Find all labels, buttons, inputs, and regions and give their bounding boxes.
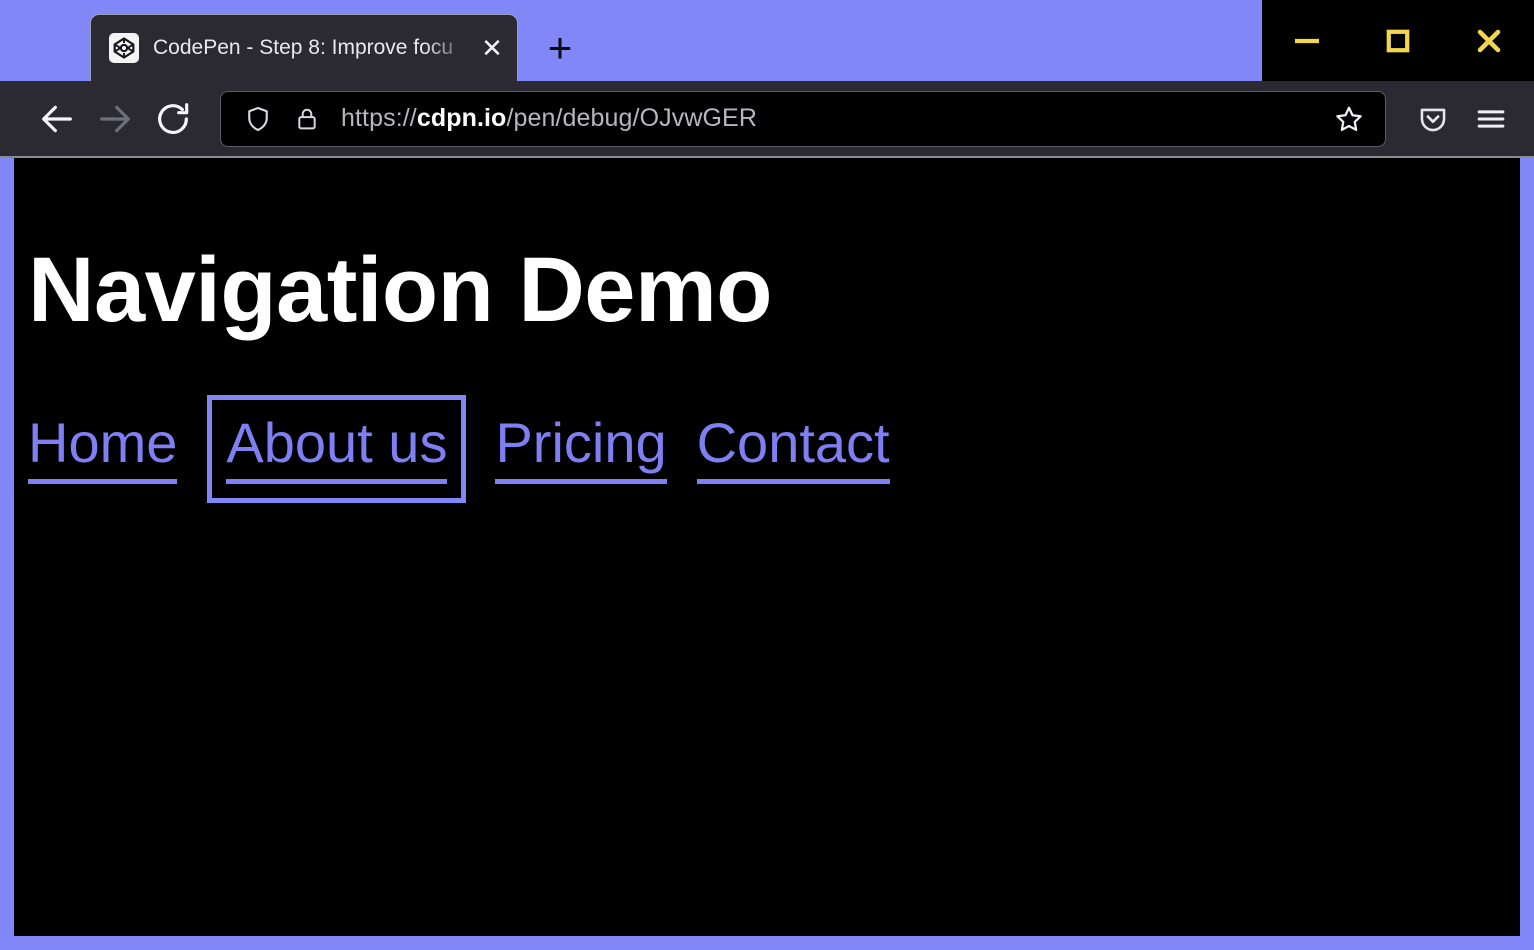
- browser-window: CodePen - Step 8: Improve focu ✕ +: [0, 0, 1534, 950]
- content-viewport: Navigation Demo Home About us Pricing Co…: [0, 158, 1534, 950]
- maximize-button[interactable]: [1370, 13, 1426, 69]
- main-navigation: Home About us Pricing Contact: [28, 414, 1520, 484]
- forward-button[interactable]: [86, 90, 144, 148]
- window-controls: [1262, 0, 1534, 81]
- tab-title: CodePen - Step 8: Improve focu: [153, 35, 475, 61]
- navigation-toolbar: https://cdpn.io/pen/debug/OJvwGER: [0, 81, 1534, 158]
- browser-tab[interactable]: CodePen - Step 8: Improve focu ✕: [90, 14, 518, 81]
- new-tab-button[interactable]: +: [530, 14, 590, 81]
- page-title: Navigation Demo: [28, 244, 1520, 336]
- nav-link-contact[interactable]: Contact: [697, 414, 890, 484]
- nav-link-pricing[interactable]: Pricing: [495, 414, 666, 484]
- reload-button[interactable]: [144, 90, 202, 148]
- nav-link-about-us[interactable]: About us: [226, 414, 447, 484]
- hamburger-menu-icon[interactable]: [1462, 90, 1520, 148]
- close-button[interactable]: [1461, 13, 1517, 69]
- minimize-button[interactable]: [1279, 13, 1335, 69]
- bookmark-star-icon[interactable]: [1327, 97, 1371, 141]
- tab-list: CodePen - Step 8: Improve focu ✕ +: [0, 0, 590, 81]
- pocket-icon[interactable]: [1404, 90, 1462, 148]
- close-icon[interactable]: ✕: [475, 31, 509, 65]
- url-text[interactable]: https://cdpn.io/pen/debug/OJvwGER: [341, 104, 1327, 133]
- nav-link-home[interactable]: Home: [28, 414, 177, 484]
- address-bar[interactable]: https://cdpn.io/pen/debug/OJvwGER: [220, 91, 1386, 147]
- web-page: Navigation Demo Home About us Pricing Co…: [14, 158, 1520, 936]
- toolbar-right-actions: [1404, 90, 1520, 148]
- url-host: cdpn.io: [417, 104, 507, 132]
- tab-strip: CodePen - Step 8: Improve focu ✕ +: [0, 0, 1534, 81]
- url-path: /pen/debug/OJvwGER: [506, 104, 757, 132]
- back-button[interactable]: [28, 90, 86, 148]
- url-scheme: https://: [341, 104, 417, 132]
- codepen-icon: [109, 33, 139, 63]
- tracking-protection-shield-icon[interactable]: [243, 104, 273, 134]
- padlock-icon[interactable]: [293, 105, 321, 133]
